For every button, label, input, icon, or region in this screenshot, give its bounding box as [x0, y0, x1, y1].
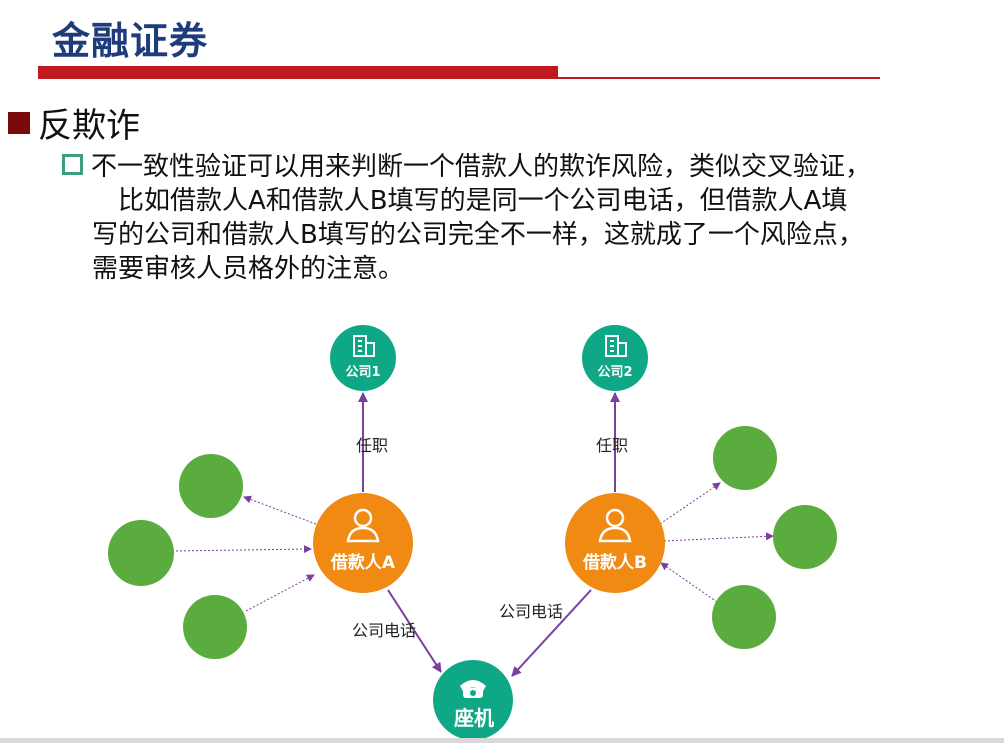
borrower-a-label: 借款人A: [330, 552, 396, 573]
borrower-b-label: 借款人B: [582, 552, 647, 573]
edge-label-a-job: 任职: [356, 436, 388, 455]
company-1-node: 公司1: [330, 325, 396, 391]
fraud-graph-diagram: 任职 任职 公司电话 公司电话 公司1 公司2 借款人A 借款人B 座机: [108, 325, 837, 740]
edge-b-green2: [663, 532, 774, 542]
green-node: [183, 595, 247, 659]
edge-a-green3: [245, 574, 315, 612]
green-node: [773, 505, 837, 569]
edge-a-green2: [171, 545, 312, 554]
borrower-b-node: 借款人B: [565, 493, 665, 593]
borrower-a-node: 借款人A: [313, 493, 413, 593]
landline-node: 座机: [433, 660, 513, 740]
edge-b-green3: [660, 562, 718, 603]
edge-label-b-job: 任职: [596, 436, 628, 455]
green-node: [712, 585, 776, 649]
company-2-label: 公司2: [597, 365, 632, 380]
edge-label-a-phone: 公司电话: [352, 621, 416, 640]
green-node: [179, 454, 243, 518]
edge-a-green1: [243, 495, 317, 525]
green-node: [713, 426, 777, 490]
landline-label: 座机: [454, 706, 494, 730]
company-1-label: 公司1: [345, 365, 380, 380]
green-node: [108, 520, 174, 586]
company-2-node: 公司2: [582, 325, 648, 391]
bottom-strip: [0, 738, 1004, 743]
edge-label-b-phone: 公司电话: [499, 602, 563, 621]
edge-b-green1: [659, 482, 721, 525]
